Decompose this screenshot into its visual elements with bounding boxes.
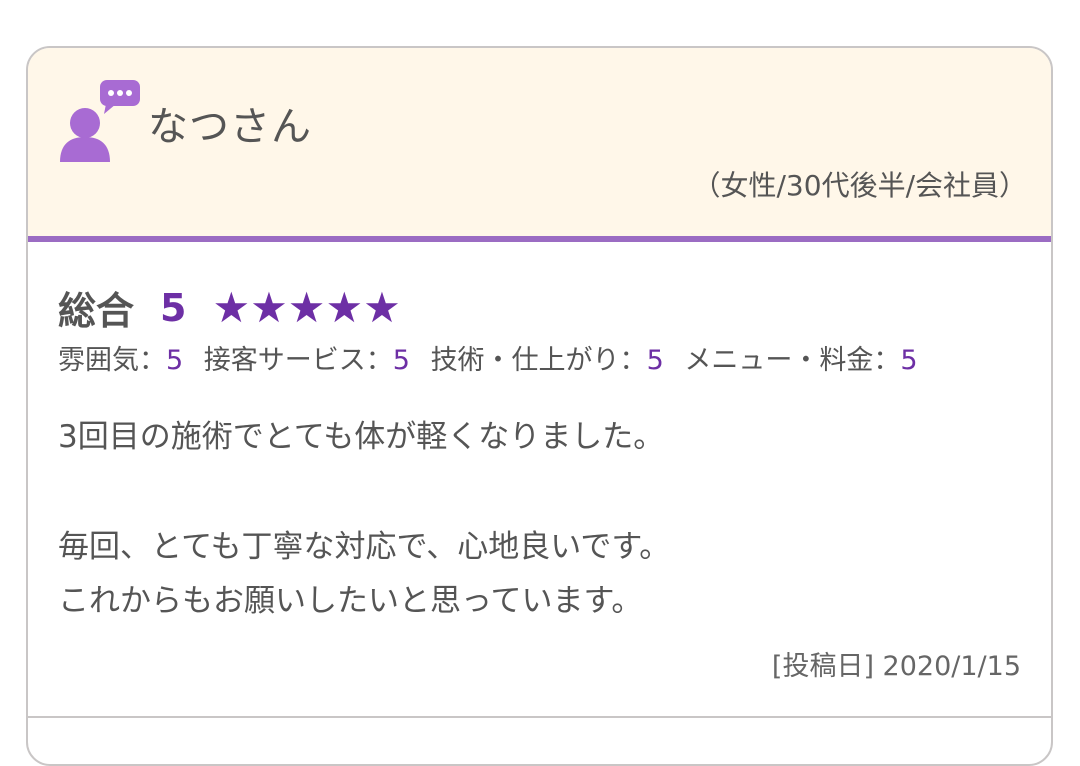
star-icon: ★ — [250, 282, 288, 332]
user-speech-bubble-icon — [60, 80, 140, 162]
sub-rating-label: 雰囲気： — [58, 345, 166, 376]
comment-spacer — [58, 464, 670, 520]
post-date: [投稿日] 2020/1/15 — [771, 651, 1021, 682]
star-rating: ★ ★ ★ ★ ★ — [212, 282, 401, 332]
star-icon: ★ — [212, 282, 251, 332]
star-icon: ★ — [363, 282, 401, 332]
review-comment: 3回目の施術でとても体が軽くなりました。 毎回、とても丁寧な対応で、心地良いです… — [58, 410, 670, 628]
sub-rating-value: 5 — [646, 345, 664, 376]
star-icon: ★ — [287, 282, 326, 332]
comment-line: 3回目の施術でとても体が軽くなりました。 — [58, 419, 665, 455]
sub-rating-label: 技術・仕上がり： — [430, 345, 647, 376]
overall-score: 5 — [160, 285, 187, 330]
sub-rating-value: 5 — [166, 345, 184, 376]
review-header: なつさん （女性/30代後半/会社員） — [28, 48, 1051, 242]
comment-line: 毎回、とても丁寧な対応で、心地良いです。 — [58, 529, 671, 565]
star-icon: ★ — [325, 282, 364, 332]
sub-rating-technique: 技術・仕上がり：5 — [431, 345, 664, 376]
card-divider — [28, 716, 1051, 718]
review-card: なつさん （女性/30代後半/会社員） 総合 5 ★ ★ ★ ★ ★ 雰囲気：5 接客サ… — [26, 46, 1053, 766]
reviewer-profile: （女性/30代後半/会社員） — [692, 169, 1028, 202]
sub-rating-label: メニュー・料金： — [684, 345, 901, 376]
sub-rating-value: 5 — [392, 345, 410, 376]
sub-rating-label: 接客サービス： — [203, 345, 393, 376]
comment-line: これからもお願いしたいと思っています。 — [58, 583, 643, 619]
review-body: 総合 5 ★ ★ ★ ★ ★ 雰囲気：5 接客サービス：5 技術・仕上がり：5 メニュー… — [28, 242, 1051, 712]
sub-rating-service: 接客サービス：5 — [204, 345, 410, 376]
overall-label: 総合 — [58, 289, 135, 333]
sub-ratings: 雰囲気：5 接客サービス：5 技術・仕上がり：5 メニュー・料金：5 — [58, 338, 930, 377]
sub-rating-menu-price: メニュー・料金：5 — [684, 345, 917, 376]
overall-rating: 総合 5 ★ ★ ★ ★ ★ — [58, 280, 401, 335]
reviewer-name: なつさん — [148, 104, 312, 150]
sub-rating-atmosphere: 雰囲気：5 — [58, 345, 183, 376]
sub-rating-value: 5 — [900, 345, 918, 376]
